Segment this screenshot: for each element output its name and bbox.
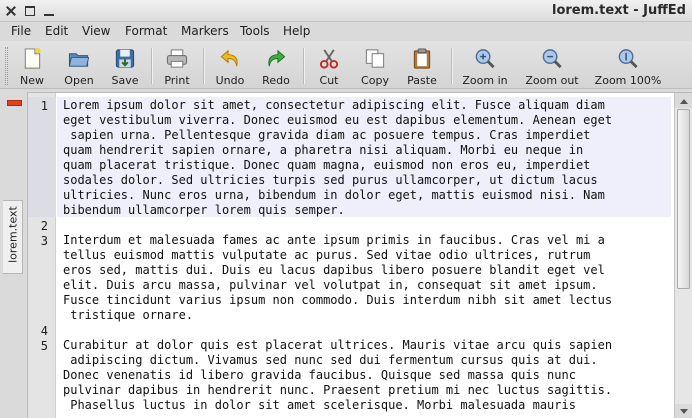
text-line[interactable]: Fusce tincidunt varius ipsum non commodo… bbox=[63, 293, 612, 308]
current-line-gutter-highlight bbox=[28, 97, 56, 217]
text-editor[interactable]: 1 Lorem ipsum dolor sit amet, consectetur… bbox=[27, 92, 674, 418]
text-line[interactable]: Lorem ipsum dolor sit amet, consectetur … bbox=[63, 98, 605, 113]
zoom-100-label: Zoom 100% bbox=[594, 74, 662, 87]
menu-format[interactable]: Format bbox=[125, 24, 167, 38]
save-label: Save bbox=[111, 74, 139, 87]
text-line[interactable]: eget vestibulum viverra. Donec euismod e… bbox=[63, 113, 612, 128]
undo-label: Undo bbox=[215, 74, 245, 87]
menu-tools[interactable]: Tools bbox=[240, 24, 270, 38]
clipboard-icon bbox=[413, 48, 431, 69]
redo-button[interactable]: Redo bbox=[258, 47, 294, 87]
paste-button[interactable]: Paste bbox=[403, 47, 441, 87]
toolbar-separator bbox=[303, 48, 305, 84]
new-label: New bbox=[20, 74, 44, 87]
text-line[interactable]: sapien urna. Pellentesque gravida diam a… bbox=[63, 128, 590, 143]
window-title: lorem.text - JuffEd bbox=[552, 3, 686, 18]
cut-button[interactable]: Cut bbox=[312, 47, 346, 87]
close-window-icon[interactable] bbox=[3, 3, 19, 19]
undo-arrow-icon bbox=[220, 49, 238, 67]
save-icon bbox=[115, 49, 135, 68]
menu-file[interactable]: File bbox=[11, 24, 31, 38]
open-button[interactable]: Open bbox=[60, 47, 98, 87]
scissors-icon bbox=[319, 49, 339, 69]
title-bar: lorem.text - JuffEd bbox=[0, 0, 692, 22]
toolbar-separator bbox=[451, 48, 453, 84]
open-label: Open bbox=[64, 74, 94, 87]
paste-label: Paste bbox=[407, 74, 437, 87]
zoom-100-button[interactable]: Zoom 100% bbox=[592, 47, 664, 87]
printer-icon bbox=[166, 49, 188, 68]
print-label: Print bbox=[164, 74, 190, 87]
vertical-scrollbar[interactable] bbox=[674, 92, 692, 418]
redo-label: Redo bbox=[262, 74, 290, 87]
text-line[interactable]: Interdum et malesuada fames ac ante ipsu… bbox=[63, 233, 605, 248]
line-number: 5 bbox=[40, 339, 48, 353]
line-number: 2 bbox=[40, 219, 48, 233]
toolbar-grip[interactable] bbox=[5, 47, 8, 85]
zoom-out-label: Zoom out bbox=[525, 74, 579, 87]
document-tab-bar: lorem.text bbox=[0, 90, 27, 418]
menu-edit[interactable]: Edit bbox=[45, 24, 68, 38]
line-number: 3 bbox=[40, 234, 48, 248]
tab-label: lorem.text bbox=[6, 206, 20, 263]
text-line[interactable]: ultricies. Nunc eros urna, bibendum in d… bbox=[63, 188, 605, 203]
print-button[interactable]: Print bbox=[160, 47, 194, 87]
redo-arrow-icon bbox=[268, 49, 286, 67]
text-line[interactable]: pulvinar dapibus in hendrerit nunc. Prae… bbox=[63, 383, 612, 398]
menu-help[interactable]: Help bbox=[283, 24, 310, 38]
text-line[interactable]: elit. Duis arcu massa, pulvinar vel volu… bbox=[63, 278, 598, 293]
text-line[interactable]: Curabitur at dolor quis est placerat ult… bbox=[63, 338, 612, 353]
text-line[interactable]: tristique ornare. bbox=[63, 308, 193, 323]
minimize-window-icon[interactable] bbox=[41, 3, 57, 19]
open-folder-icon bbox=[68, 53, 90, 67]
undo-button[interactable]: Undo bbox=[212, 47, 248, 87]
modified-marker-icon bbox=[7, 100, 22, 106]
zoom-in-icon bbox=[475, 49, 495, 69]
zoom-out-icon bbox=[542, 49, 562, 69]
maximize-window-icon[interactable] bbox=[22, 3, 38, 19]
scroll-down-arrow-icon[interactable] bbox=[675, 404, 692, 418]
menu-bar: File Edit View Format Markers Tools Help bbox=[0, 22, 692, 41]
save-button[interactable]: Save bbox=[108, 47, 142, 87]
text-line[interactable]: adipiscing dictum. Vivamus sed nunc sed … bbox=[63, 353, 597, 368]
zoom-in-button[interactable]: Zoom in bbox=[460, 47, 510, 87]
tab-lorem-text[interactable]: lorem.text bbox=[3, 200, 23, 274]
cut-label: Cut bbox=[319, 74, 339, 87]
text-line[interactable]: eros sed, mattis dui. Duis eu lacus dapi… bbox=[63, 263, 605, 278]
text-line[interactable]: tellus euismod mattis vulputate ac purus… bbox=[63, 248, 590, 263]
scroll-up-arrow-icon[interactable] bbox=[675, 93, 692, 108]
copy-button[interactable]: Copy bbox=[357, 47, 393, 87]
text-line[interactable]: sodales dolor. Sed ultricies turpis sed … bbox=[63, 173, 598, 188]
copy-icon bbox=[365, 49, 385, 68]
line-number: 4 bbox=[40, 324, 48, 338]
text-line[interactable]: bibendum ullamcorper lorem quis semper. bbox=[63, 203, 345, 218]
text-line[interactable]: Phasellus luctus in dolor sit amet scele… bbox=[63, 398, 576, 413]
text-line[interactable]: Donec venenatis id libero gravida faucib… bbox=[63, 368, 576, 383]
menu-view[interactable]: View bbox=[82, 24, 110, 38]
scrollbar-thumb[interactable] bbox=[677, 109, 690, 289]
toolbar-separator bbox=[151, 48, 153, 84]
line-number: 1 bbox=[40, 99, 48, 113]
new-button[interactable]: New bbox=[14, 47, 50, 87]
toolbar: New Open Save Print Undo Redo Cut Copy P… bbox=[0, 41, 692, 89]
zoom-original-icon bbox=[618, 49, 638, 69]
text-line[interactable]: quam hendrerit sapien ornare, a pharetra… bbox=[63, 143, 583, 158]
new-document-icon bbox=[24, 47, 41, 69]
copy-label: Copy bbox=[361, 74, 389, 87]
menu-markers[interactable]: Markers bbox=[181, 24, 229, 38]
toolbar-separator bbox=[203, 48, 205, 84]
zoom-in-label: Zoom in bbox=[462, 74, 508, 87]
text-line[interactable]: quam placerat tristique. Donec quam magn… bbox=[63, 158, 590, 173]
zoom-out-button[interactable]: Zoom out bbox=[522, 47, 582, 87]
